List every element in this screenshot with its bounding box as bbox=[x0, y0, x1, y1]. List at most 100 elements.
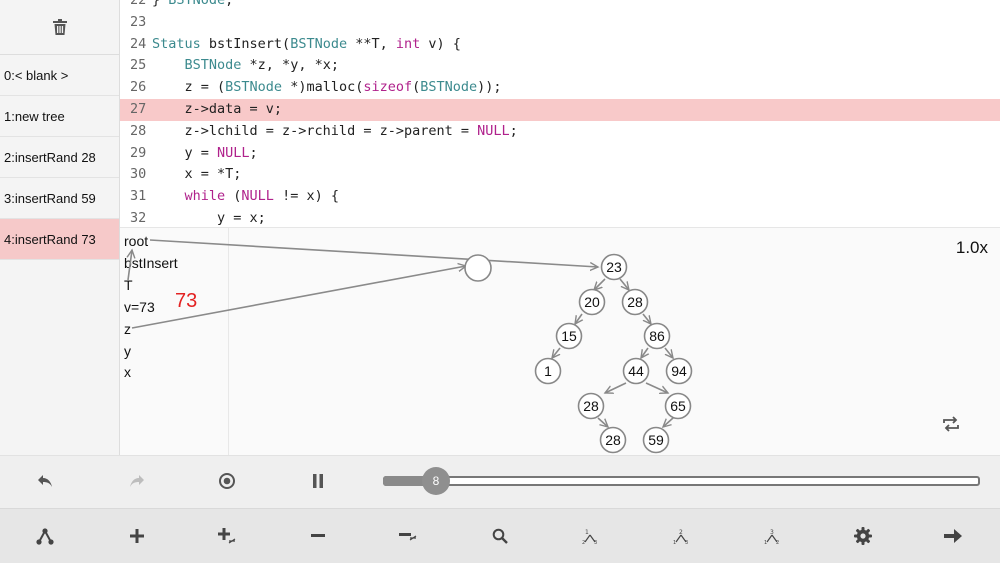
tree-node[interactable]: 65 bbox=[664, 392, 692, 420]
line-number: 25 bbox=[130, 57, 147, 74]
code-line-28: 28 z->lchild = z->rchild = z->parent = N… bbox=[120, 121, 1000, 143]
pause-button[interactable] bbox=[298, 461, 338, 501]
code-line-25: 25 BSTNode *z, *y, *x; bbox=[120, 55, 1000, 77]
tree-node[interactable]: 86 bbox=[643, 322, 671, 350]
tree-node-value: 65 bbox=[670, 398, 686, 414]
tree-node-value: 20 bbox=[584, 294, 600, 310]
tree-node-value: 94 bbox=[671, 363, 687, 379]
record-button[interactable] bbox=[207, 461, 247, 501]
delete-history-button[interactable] bbox=[0, 0, 119, 55]
z-pointer bbox=[131, 266, 466, 329]
record-icon bbox=[219, 473, 235, 489]
svg-text:3: 3 bbox=[594, 540, 597, 544]
history-sidebar: 0:< blank > 1:new tree 2:insertRand 28 3… bbox=[0, 0, 120, 455]
root-pointer bbox=[149, 239, 598, 267]
svg-text:2: 2 bbox=[776, 540, 779, 544]
code-line-24: 24 Status bstInsert(BSTNode **T, int v) { bbox=[120, 34, 1000, 56]
tree-node[interactable]: 20 bbox=[578, 288, 606, 316]
search-button[interactable] bbox=[480, 516, 520, 556]
code-line-27: 27 z->data = v; bbox=[120, 98, 1000, 121]
code-line-26: 26 z = (BSTNode *)malloc(sizeof(BSTNode)… bbox=[120, 77, 1000, 99]
history-item-new-tree[interactable]: 1:new tree bbox=[0, 96, 119, 137]
tree-node-value: 28 bbox=[627, 294, 643, 310]
pause-icon bbox=[313, 474, 323, 488]
svg-text:2: 2 bbox=[582, 540, 585, 544]
visualization-panel: root bstInsert T v=73 z y x 73 1.0x 23 2… bbox=[120, 228, 1000, 455]
tree-node[interactable]: 15 bbox=[555, 322, 583, 350]
history-item-blank[interactable]: 0:< blank > bbox=[0, 55, 119, 96]
svg-text:1: 1 bbox=[764, 540, 767, 544]
line-number: 29 bbox=[130, 144, 147, 161]
inorder-button[interactable]: 2 1 3 bbox=[661, 516, 701, 556]
operations-toolbar: 1 2 3 2 1 3 3 1 2 bbox=[0, 508, 1000, 563]
gear-icon bbox=[854, 527, 872, 545]
trash-icon bbox=[52, 19, 67, 35]
line-number: 22 bbox=[130, 0, 147, 8]
repeat-icon bbox=[943, 416, 959, 432]
delete-random-button[interactable] bbox=[388, 516, 428, 556]
search-icon bbox=[492, 528, 508, 544]
history-item-insert-59[interactable]: 3:insertRand 59 bbox=[0, 178, 119, 219]
history-item-insert-28[interactable]: 2:insertRand 28 bbox=[0, 137, 119, 178]
speed-slider-thumb[interactable]: 8 bbox=[422, 467, 450, 495]
line-number: 27 bbox=[130, 100, 147, 117]
tree-node-value: 23 bbox=[606, 259, 622, 275]
delete-button[interactable] bbox=[298, 516, 338, 556]
tree-node[interactable]: 28 bbox=[599, 426, 627, 454]
code-lines: 22} BSTNode; 23 24 Status bstInsert(BSTNode… bbox=[120, 0, 1000, 227]
next-button[interactable] bbox=[933, 516, 973, 556]
code-line-31: 31 while (NULL != x) { bbox=[120, 186, 1000, 208]
line-number: 28 bbox=[130, 122, 147, 139]
insert-random-button[interactable] bbox=[207, 516, 247, 556]
settings-button[interactable] bbox=[843, 516, 883, 556]
undo-icon bbox=[38, 475, 52, 487]
code-line-22: 22} BSTNode; bbox=[120, 0, 1000, 12]
line-number: 24 bbox=[130, 35, 147, 52]
insert-button[interactable] bbox=[117, 516, 157, 556]
undo-button[interactable] bbox=[25, 461, 65, 501]
tree-node[interactable]: 59 bbox=[642, 426, 670, 454]
svg-text:2: 2 bbox=[679, 529, 683, 536]
code-line-23: 23 bbox=[120, 12, 1000, 34]
tree-node-value: 15 bbox=[561, 328, 577, 344]
plus-icon bbox=[130, 529, 144, 543]
svg-text:3: 3 bbox=[770, 529, 774, 536]
svg-text:1: 1 bbox=[673, 540, 676, 544]
redo-icon bbox=[130, 475, 144, 487]
code-line-29: 29 y = NULL; bbox=[120, 143, 1000, 165]
svg-text:1: 1 bbox=[585, 529, 589, 536]
code-panel: 22} BSTNode; 23 24 Status bstInsert(BSTNode… bbox=[120, 0, 1000, 228]
speed-slider-track[interactable] bbox=[383, 476, 980, 486]
tree-node-value: 28 bbox=[605, 432, 621, 448]
tree-node-value: 28 bbox=[583, 398, 599, 414]
preorder-button[interactable]: 1 2 3 bbox=[570, 516, 610, 556]
tree-node[interactable]: 23 bbox=[600, 253, 628, 281]
tree-node-value: 59 bbox=[648, 432, 664, 448]
tree-node-value: 1 bbox=[544, 363, 552, 379]
tree-node[interactable]: 28 bbox=[621, 288, 649, 316]
line-number: 30 bbox=[130, 166, 147, 183]
traversal-preorder-icon: 1 2 3 bbox=[582, 529, 597, 544]
T-pointer bbox=[128, 250, 132, 281]
svg-text:3: 3 bbox=[685, 540, 688, 544]
line-number: 26 bbox=[130, 79, 147, 96]
tree-icon bbox=[36, 528, 54, 545]
line-number: 23 bbox=[130, 13, 147, 30]
tree-node[interactable]: 1 bbox=[534, 357, 562, 385]
tree-graph: 23 20 28 15 86 1 44 94 28 65 28 59 bbox=[120, 239, 693, 454]
tree-node[interactable]: 28 bbox=[577, 392, 605, 420]
playback-toolbar: 8 bbox=[0, 455, 1000, 508]
tree-node-value: 86 bbox=[649, 328, 665, 344]
history-item-insert-73[interactable]: 4:insertRand 73 bbox=[0, 219, 119, 260]
postorder-button[interactable]: 3 1 2 bbox=[752, 516, 792, 556]
minus-random-icon bbox=[399, 533, 417, 541]
tree-node-value: 44 bbox=[628, 363, 644, 379]
minus-icon bbox=[311, 534, 325, 537]
redo-button[interactable] bbox=[117, 461, 157, 501]
new-node bbox=[464, 254, 492, 282]
traversal-postorder-icon: 3 1 2 bbox=[764, 529, 779, 544]
tree-node[interactable]: 44 bbox=[622, 357, 650, 385]
plus-random-icon bbox=[218, 528, 236, 544]
new-tree-button[interactable] bbox=[25, 516, 65, 556]
tree-node[interactable]: 94 bbox=[665, 357, 693, 385]
